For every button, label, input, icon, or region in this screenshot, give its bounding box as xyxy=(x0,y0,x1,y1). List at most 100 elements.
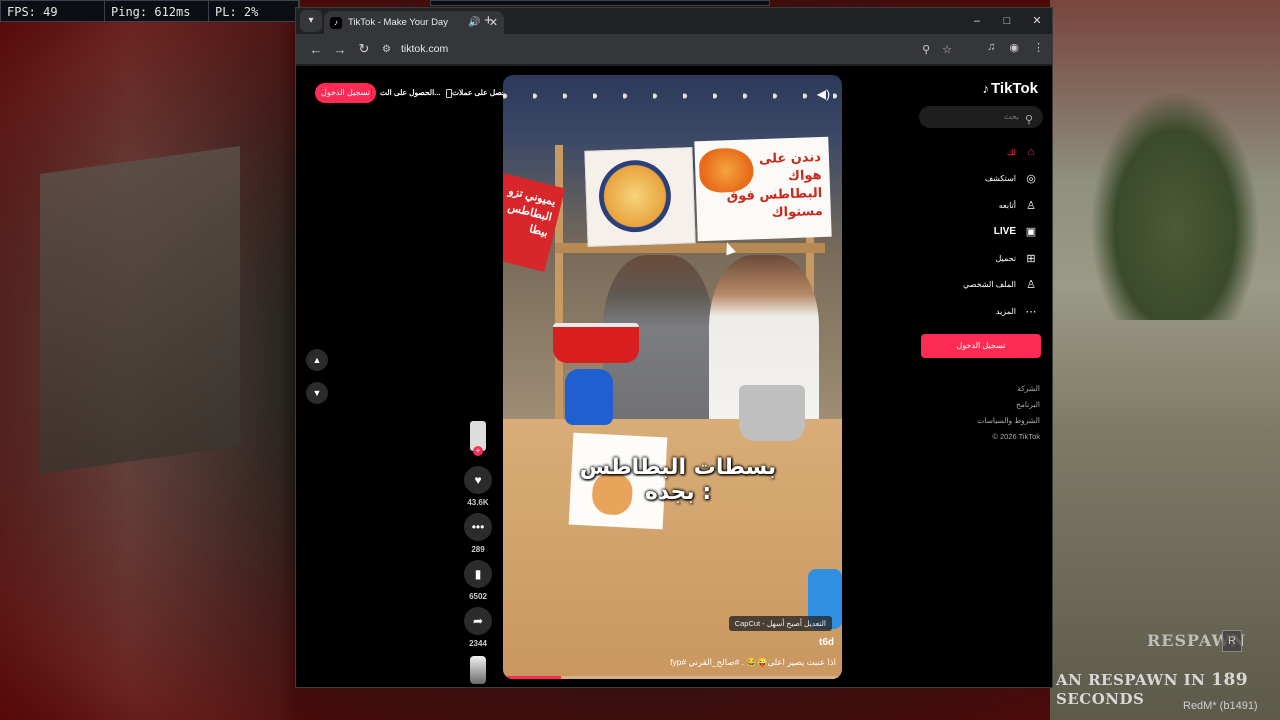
ping-readout: Ping: 612ms xyxy=(105,1,209,21)
sidebar-item-label: المزيد xyxy=(995,306,1016,316)
hud-extra-bar xyxy=(430,0,770,6)
signin-button-top[interactable]: تسجيل الدخول xyxy=(315,83,376,103)
fries-image xyxy=(698,147,755,194)
footer-links: الشركة البرنامج الشروط والسياسات © 2026 … xyxy=(977,381,1040,445)
video-author[interactable]: t6d xyxy=(819,637,834,648)
fryer-pot xyxy=(739,385,805,441)
chiptastic-logo-sign xyxy=(584,147,696,247)
like-heart-icon[interactable]: ♥ xyxy=(464,466,492,494)
top-bar-separator xyxy=(371,88,372,99)
sidebar-item-label: استكشف xyxy=(984,174,1016,183)
slogan-line-4: مستواك xyxy=(771,203,824,221)
close-window-button[interactable]: ✕ xyxy=(1022,8,1052,34)
browser-window: ▾ ♪ TikTok - Make Your Day 🔊 ✕ + – □ ✕ ←… xyxy=(295,7,1053,688)
sidebar-item-profile[interactable]: الملف الشخصي ♙ xyxy=(878,277,1038,293)
footer-link-program[interactable]: البرنامج xyxy=(977,397,1040,413)
sidebar-item-label: تحميل xyxy=(995,253,1017,263)
game-scene-trees xyxy=(1090,90,1260,320)
get-app-link[interactable]: الحصول على الت... xyxy=(380,88,452,98)
sidebar-item-upload-plus[interactable]: تحميل ⊞ xyxy=(878,250,1038,266)
video-text-overlay: بسطات البطاطس بجده : xyxy=(579,455,777,505)
sidebar-item-live-tv[interactable]: LIVE ▣ xyxy=(878,224,1038,240)
volume-icon[interactable]: ◀) xyxy=(817,87,830,101)
previous-video-button[interactable]: ▲ xyxy=(306,349,328,371)
footer-link-terms[interactable]: الشروط والسياسات xyxy=(977,413,1040,429)
bookmark-star-icon[interactable]: ☆ xyxy=(942,43,952,56)
window-controls: – □ ✕ xyxy=(962,8,1052,34)
zoom-icon[interactable]: ⚲ xyxy=(922,43,930,56)
sidebar-item-home[interactable]: لك ⌂ xyxy=(878,144,1038,160)
respawn-timer-prefix: AN RESPAWN IN xyxy=(1056,671,1206,689)
capcut-badge[interactable]: CapCut - التعديل أصبح أسهل xyxy=(728,616,832,631)
sidebar-item-user-plus[interactable]: أتابعه ♙ xyxy=(878,197,1038,213)
video-progress-fill xyxy=(503,676,561,679)
next-video-button[interactable]: ▼ xyxy=(306,382,328,404)
video-description: اذا عنيت يصير اعلى😜😂 . #صالح_القرني #fyp xyxy=(670,657,836,667)
get-app-label: الحصول على الت... xyxy=(380,88,441,97)
save-count: 6502 xyxy=(469,592,487,601)
home-icon: ⌂ xyxy=(1027,146,1035,158)
speaker-icon[interactable]: 🔊 xyxy=(468,17,480,28)
address-bar[interactable]: ⚙ tiktok.com ⚲ ☆ xyxy=(374,37,960,61)
sidebar-item-label: أتابعه xyxy=(998,200,1016,210)
respawn-seconds: 189 xyxy=(1211,670,1249,690)
chiptastic-logo xyxy=(597,158,673,234)
sidebar-item-label: لك xyxy=(1006,147,1016,157)
sidebar-item-label: LIVE xyxy=(993,226,1016,237)
minimize-button[interactable]: – xyxy=(962,8,992,34)
game-scene-building xyxy=(40,145,240,475)
menu-dots-icon[interactable]: ⋮ xyxy=(1033,41,1044,54)
upload-plus-icon: ⊞ xyxy=(1026,252,1036,265)
share-arrow-icon[interactable]: ➦ xyxy=(464,607,492,635)
bookmark-icon[interactable]: ▮ xyxy=(464,560,492,588)
browser-toolbar: ← → ↻ ⚙ tiktok.com ⚲ ☆ ♫ ◉ ⋮ xyxy=(296,34,1052,64)
server-tag: RedM* (b1491) xyxy=(1183,700,1258,712)
respawn-key-hint: R xyxy=(1222,630,1242,652)
tab-tiktok[interactable]: ♪ TikTok - Make Your Day 🔊 ✕ xyxy=(324,11,504,34)
search-icon[interactable]: ⚲ xyxy=(1025,109,1033,131)
url-text[interactable]: tiktok.com xyxy=(401,43,922,55)
slogan-sign: دندن على هواك البطاطس فوق مستواك xyxy=(694,136,832,242)
tiktok-note-icon: ♪ xyxy=(982,81,990,96)
forward-arrow-icon[interactable]: → xyxy=(328,42,352,57)
more-dots-icon: ⋯ xyxy=(1025,305,1037,318)
sidebar-item-label: الملف الشخصي xyxy=(962,280,1016,289)
get-coins-label: احصل على عملات xyxy=(452,88,509,97)
user-plus-icon: ♙ xyxy=(1026,199,1036,212)
tiktok-favicon-icon: ♪ xyxy=(330,16,342,29)
comment-icon[interactable]: ••• xyxy=(464,513,492,541)
back-arrow-icon[interactable]: ← xyxy=(304,42,328,57)
signin-button-sidebar[interactable]: تسجيل الدخول xyxy=(921,334,1041,358)
gas-cylinder xyxy=(565,369,613,425)
sidebar-item-compass[interactable]: استكشف ◎ xyxy=(878,171,1038,187)
footer-link-company[interactable]: الشركة xyxy=(977,381,1040,397)
site-settings-icon[interactable]: ⚙ xyxy=(382,44,391,55)
packet-loss-readout: PL: 2% xyxy=(209,1,299,21)
tab-search-button[interactable]: ▾ xyxy=(300,10,322,32)
video-player[interactable]: دندن على هواك البطاطس فوق مستواك يميوني … xyxy=(503,75,842,679)
sound-avatar[interactable] xyxy=(470,656,486,684)
follow-plus-icon[interactable]: + xyxy=(473,446,483,456)
tiktok-logo-text: TikTok xyxy=(991,80,1038,97)
string-lights xyxy=(503,81,842,121)
tiktok-logo[interactable]: ♪ TikTok xyxy=(983,80,1038,97)
new-tab-button[interactable]: + xyxy=(484,12,493,29)
maximize-button[interactable]: □ xyxy=(992,8,1022,34)
profile-icon[interactable]: ◉ xyxy=(1009,41,1019,54)
fps-readout: FPS: 49 xyxy=(1,1,105,21)
search-input[interactable]: بحث ⚲ xyxy=(919,106,1043,128)
search-placeholder: بحث xyxy=(1003,112,1019,121)
reload-icon[interactable]: ↻ xyxy=(352,41,376,57)
network-hud: FPS: 49 Ping: 612ms PL: 2% xyxy=(0,0,300,22)
red-pot xyxy=(553,323,639,363)
sidebar-item-more-dots[interactable]: المزيد ⋯ xyxy=(878,303,1038,319)
toolbar-right: ♫ ◉ ⋮ xyxy=(987,41,1044,54)
share-count: 2344 xyxy=(469,639,487,648)
profile-icon: ♙ xyxy=(1026,279,1036,291)
phone-icon xyxy=(445,88,452,98)
video-progress-bar[interactable] xyxy=(503,676,842,679)
live-tv-icon: ▣ xyxy=(1025,226,1037,238)
like-count: 43.6K xyxy=(467,498,489,507)
media-controls-icon[interactable]: ♫ xyxy=(987,41,995,54)
tab-strip: ▾ ♪ TikTok - Make Your Day 🔊 ✕ + – □ ✕ xyxy=(296,8,1052,34)
